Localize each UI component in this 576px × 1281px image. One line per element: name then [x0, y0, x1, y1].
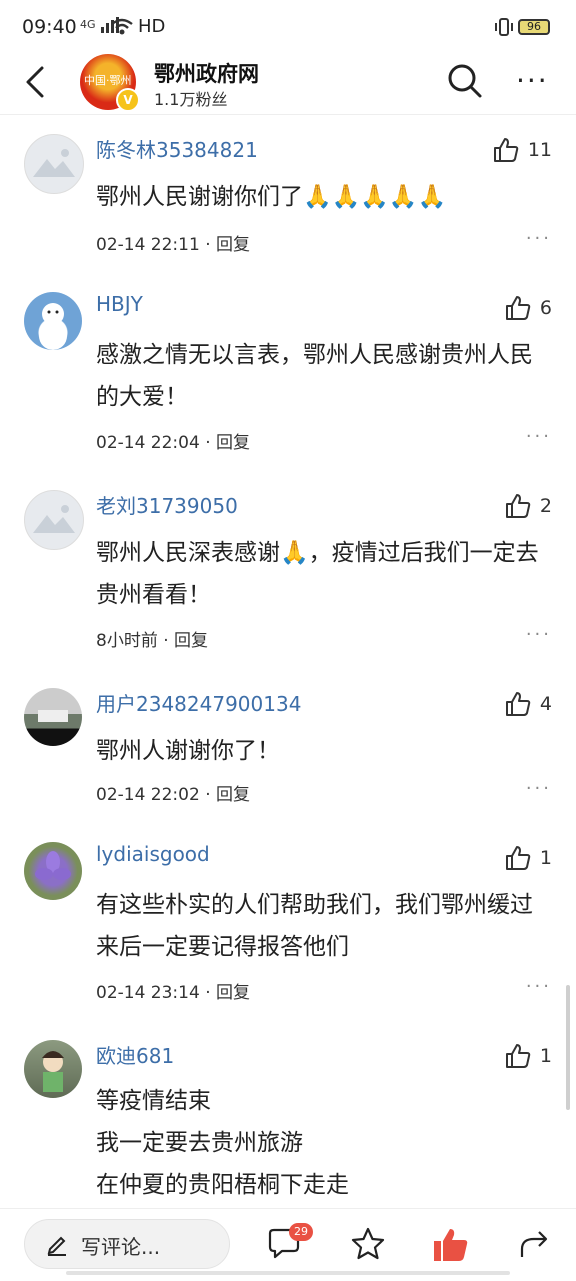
comment-text: 等疫情结束 我一定要去贵州旅游 在仲夏的贵阳梧桐下走走 — [96, 1088, 349, 1198]
network-label: 4G — [80, 18, 96, 31]
comment-text: 感激之情无以言表，鄂州人民感谢贵州人民的大爱！ — [96, 342, 533, 410]
wifi-icon — [111, 18, 133, 35]
comment-input[interactable]: 写评论... — [24, 1219, 230, 1269]
user-avatar[interactable] — [24, 490, 84, 550]
comment-text: 鄂州人民深表感谢🙏，疫情过后我们一定去贵州看看！ — [96, 540, 539, 608]
like-button[interactable]: 11 — [492, 136, 552, 164]
comment-time: 02-14 22:04 — [96, 433, 200, 453]
comment-username[interactable]: lydiaisgood — [96, 842, 210, 866]
comment-username[interactable]: 用户2348247900134 — [96, 688, 301, 717]
like-count: 11 — [527, 139, 552, 161]
flower-avatar-icon — [35, 851, 71, 880]
status-time: 09:40 — [22, 16, 77, 38]
comment-item: 陈冬林35384821 11 鄂州人民谢谢你们了🙏🙏🙏🙏🙏 02-14 22:1… — [0, 114, 576, 292]
comment-item: 用户2348247900134 4 鄂州人谢谢你了！ 02-14 22:02 ·… — [0, 688, 576, 840]
comment-more-icon[interactable]: ··· — [526, 778, 552, 799]
fans-count: 1.1万粉丝 — [154, 90, 228, 109]
comment-count-badge: 29 — [289, 1223, 313, 1241]
hd-label: HD — [138, 16, 166, 37]
comment-username[interactable]: 陈冬林35384821 — [96, 134, 258, 163]
share-icon[interactable] — [518, 1227, 552, 1261]
comment-username[interactable]: 老刘31739050 — [96, 490, 238, 519]
like-count: 1 — [539, 847, 552, 869]
like-count: 4 — [539, 693, 552, 715]
comment-text: 鄂州人民谢谢你们了🙏🙏🙏🙏🙏 — [96, 184, 447, 210]
status-bar: 09:40 4G HD 96 — [0, 0, 576, 56]
comment-time: 8小时前 — [96, 631, 158, 651]
comment-placeholder: 写评论... — [81, 1235, 161, 1259]
character-avatar-icon — [42, 1051, 64, 1092]
back-arrow-icon[interactable] — [20, 64, 50, 100]
thumbs-up-icon — [505, 494, 531, 518]
thumbs-up-icon — [505, 1044, 531, 1068]
like-button[interactable]: 6 — [504, 294, 552, 322]
battery-indicator: 96 — [518, 19, 550, 35]
comment-meta: 02-14 22:02 · 回复 — [96, 785, 251, 805]
comment-item: lydiaisgood 1 有这些朴实的人们帮助我们，我们鄂州缓过来后一定要记得… — [0, 842, 576, 1040]
user-avatar[interactable] — [24, 1040, 82, 1098]
comment-meta: 02-14 22:11 · 回复 — [96, 235, 251, 255]
comment-username[interactable]: HBJY — [96, 292, 143, 316]
landscape-avatar-icon — [38, 710, 68, 722]
comment-username[interactable]: 欧迪681 — [96, 1040, 174, 1069]
comment-meta: 8小时前 · 回复 — [96, 631, 209, 651]
comment-item: HBJY 6 感激之情无以言表，鄂州人民感谢贵州人民的大爱！ 02-14 22:… — [0, 292, 576, 490]
user-avatar[interactable] — [24, 134, 84, 194]
thumbs-up-icon — [505, 846, 531, 870]
comment-more-icon[interactable]: ··· — [526, 624, 552, 645]
star-icon[interactable] — [350, 1227, 386, 1261]
like-button[interactable]: 1 — [504, 844, 552, 872]
scrollbar[interactable] — [566, 985, 570, 1110]
comment-item: 老刘31739050 2 鄂州人民深表感谢🙏，疫情过后我们一定去贵州看看！ 8小… — [0, 490, 576, 688]
comment-meta: 02-14 23:14 · 回复 — [96, 983, 251, 1003]
comment-more-icon[interactable]: ··· — [526, 228, 552, 249]
comment-meta: 02-14 22:04 · 回复 — [96, 433, 251, 453]
pen-icon — [47, 1236, 66, 1256]
reply-link[interactable]: 回复 — [216, 433, 250, 453]
comment-time: 02-14 22:11 — [96, 235, 200, 255]
comment-text: 鄂州人谢谢你了！ — [96, 738, 280, 764]
reply-link[interactable]: 回复 — [216, 235, 250, 255]
verified-badge: V — [116, 88, 140, 112]
user-avatar[interactable] — [24, 688, 82, 746]
reply-link[interactable]: 回复 — [174, 631, 208, 651]
thumbs-up-icon — [505, 692, 531, 716]
like-count: 1 — [539, 1045, 552, 1067]
search-icon[interactable] — [446, 62, 484, 100]
account-name[interactable]: 鄂州政府网 — [154, 58, 259, 88]
default-avatar-icon — [33, 505, 75, 533]
user-avatar[interactable] — [24, 842, 82, 900]
reply-link[interactable]: 回复 — [216, 983, 250, 1003]
more-icon[interactable]: ··· — [516, 64, 549, 97]
default-avatar-icon — [33, 149, 75, 177]
comment-more-icon[interactable]: ··· — [526, 976, 552, 997]
like-button[interactable]: 1 — [504, 1042, 552, 1070]
thumbs-up-icon — [505, 296, 531, 320]
comment-time: 02-14 23:14 — [96, 983, 200, 1003]
thumbs-up-icon — [493, 138, 519, 162]
avatar-label: 中国·鄂州 — [84, 74, 132, 87]
account-header: 中国·鄂州 V 鄂州政府网 1.1万粉丝 ··· — [0, 52, 576, 115]
home-indicator — [66, 1271, 510, 1275]
comment-time: 02-14 22:02 — [96, 785, 200, 805]
like-button[interactable]: 2 — [504, 492, 552, 520]
like-count: 2 — [539, 495, 552, 517]
user-avatar[interactable] — [24, 292, 82, 350]
reply-link[interactable]: 回复 — [216, 785, 250, 805]
vibrate-icon — [495, 18, 513, 36]
comment-text: 有这些朴实的人们帮助我们，我们鄂州缓过来后一定要记得报答他们 — [96, 892, 533, 960]
comment-item: 欧迪681 1 等疫情结束 我一定要去贵州旅游 在仲夏的贵阳梧桐下走走 — [0, 1040, 576, 1208]
like-count: 6 — [539, 297, 552, 319]
snowman-avatar-icon — [39, 303, 67, 350]
like-button[interactable]: 4 — [504, 690, 552, 718]
comment-more-icon[interactable]: ··· — [526, 426, 552, 447]
thumbs-up-icon[interactable] — [432, 1227, 470, 1263]
bottom-action-bar: 写评论... 29 — [0, 1208, 576, 1281]
